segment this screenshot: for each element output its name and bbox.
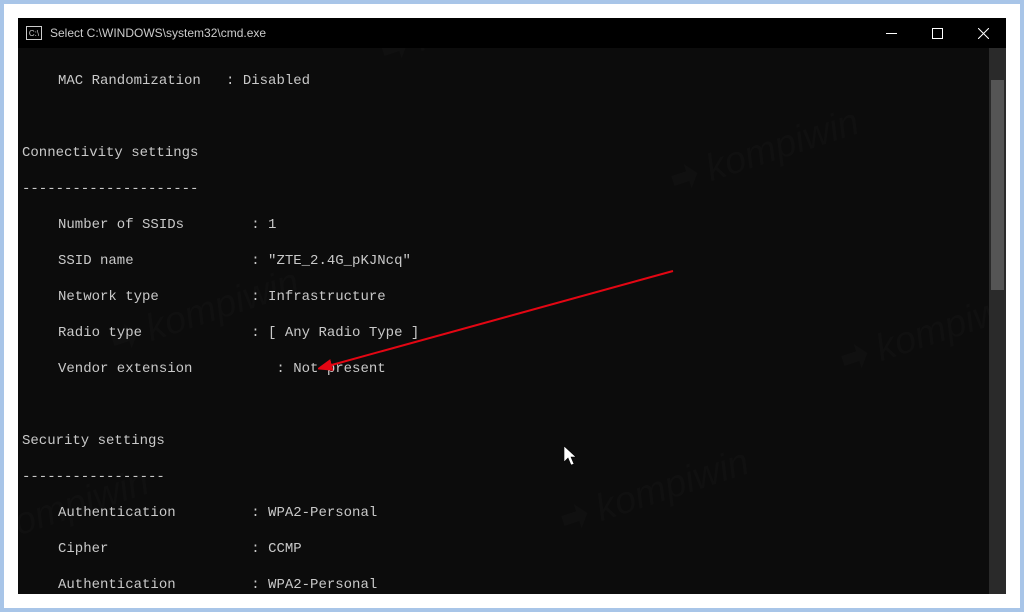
output-line: Vendor extension : Not present [20,360,1000,378]
output-line: Number of SSIDs : 1 [20,216,1000,234]
titlebar[interactable]: C:\ Select C:\WINDOWS\system32\cmd.exe [18,18,1006,48]
output-line: SSID name : "ZTE_2.4G_pKJNcq" [20,252,1000,270]
section-heading: Connectivity settings [20,144,1000,162]
output-line: MAC Randomization : Disabled [20,72,1000,90]
cmd-window: C:\ Select C:\WINDOWS\system32\cmd.exe M… [18,18,1006,594]
output-line: Authentication : WPA2-Personal [20,576,1000,594]
watermark: kompiwin [379,48,572,63]
terminal-output[interactable]: MAC Randomization : Disabled Connectivit… [18,48,1006,594]
section-heading: Security settings [20,432,1000,450]
window-title: Select C:\WINDOWS\system32\cmd.exe [50,26,266,40]
output-line: Cipher : CCMP [20,540,1000,558]
scrollbar-thumb[interactable] [991,80,1004,290]
titlebar-left: C:\ Select C:\WINDOWS\system32\cmd.exe [26,26,266,40]
output-line: Network type : Infrastructure [20,288,1000,306]
output-line [20,108,1000,126]
window-controls [868,18,1006,48]
close-button[interactable] [960,18,1006,48]
minimize-button[interactable] [868,18,914,48]
output-line: Radio type : [ Any Radio Type ] [20,324,1000,342]
output-line: Authentication : WPA2-Personal [20,504,1000,522]
section-dashes: ----------------- [20,468,1000,486]
cmd-icon: C:\ [26,26,42,40]
output-line [20,396,1000,414]
scrollbar[interactable] [989,48,1006,594]
maximize-button[interactable] [914,18,960,48]
section-dashes: --------------------- [20,180,1000,198]
